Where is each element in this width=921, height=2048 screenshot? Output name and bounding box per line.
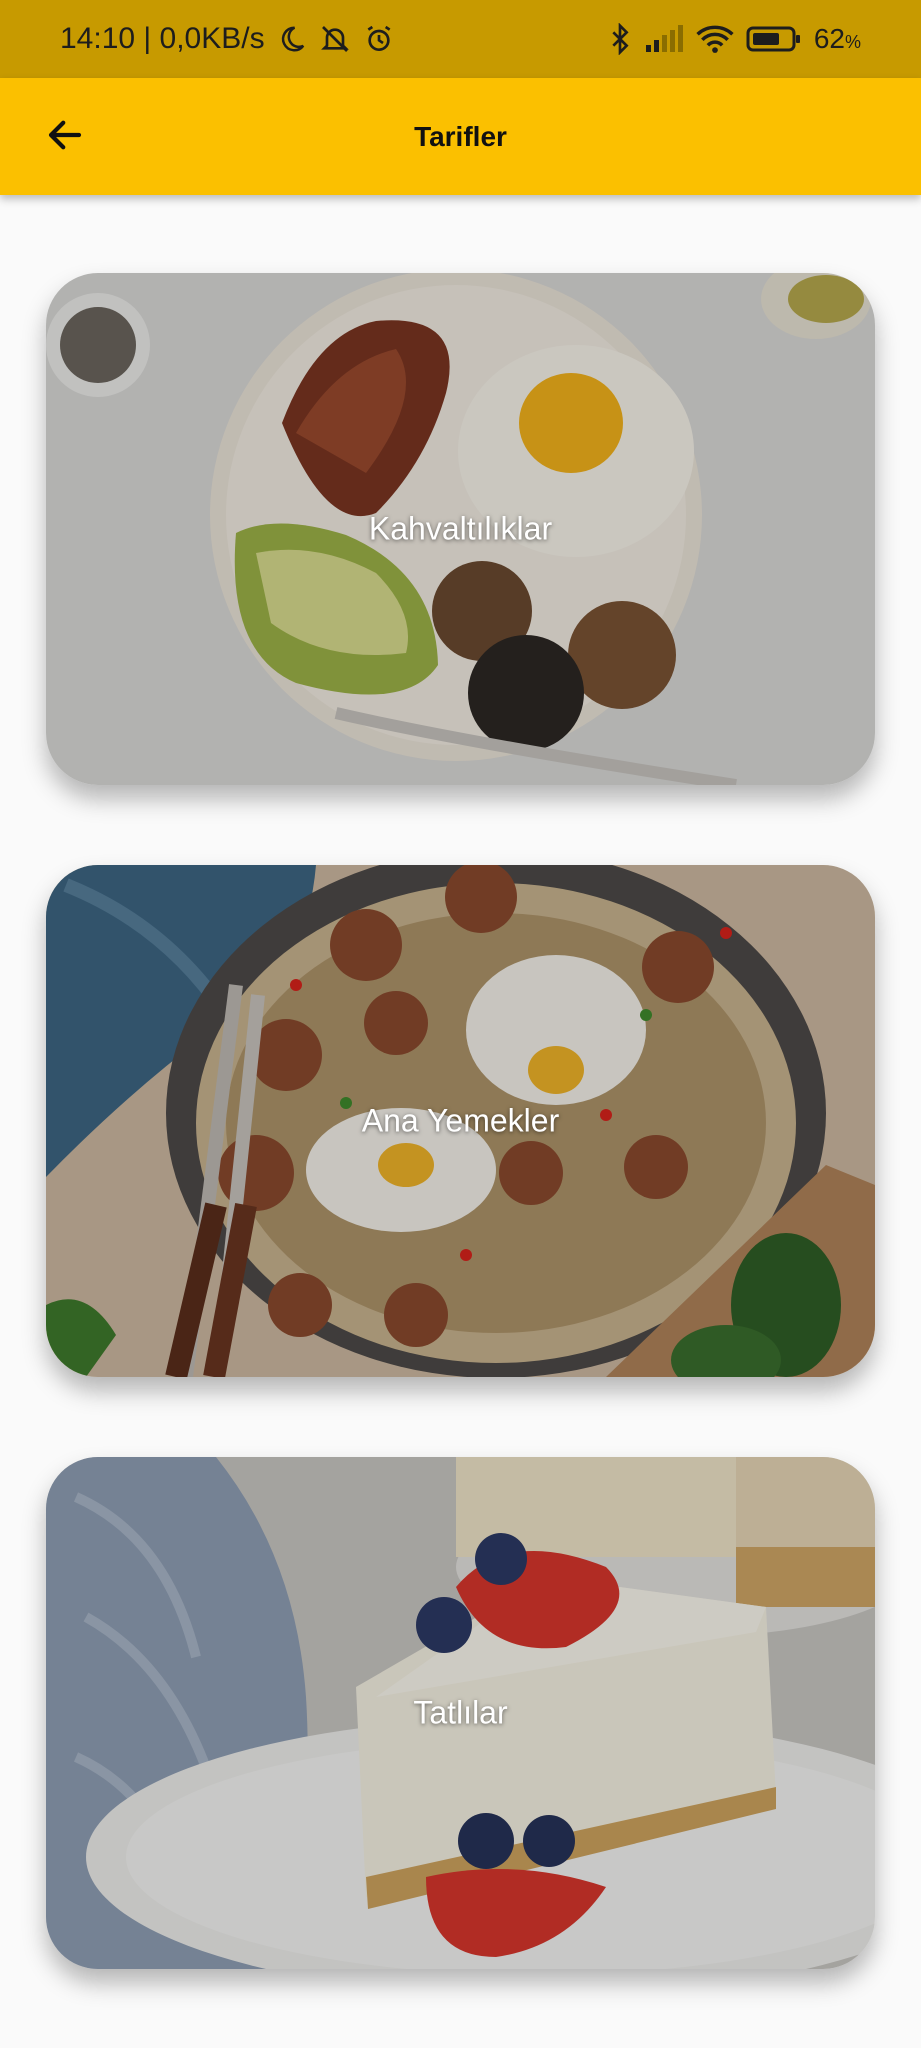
back-button[interactable] (30, 102, 100, 172)
battery-percentage: 62% (814, 23, 861, 55)
status-right: 62% (608, 23, 861, 55)
cellular-signal-icon (644, 25, 684, 53)
category-list: Kahvaltılıklar Ana Yemekler Tatlılar (0, 195, 921, 2048)
do-not-disturb-moon-icon (277, 24, 307, 54)
page-title: Tarifler (414, 120, 507, 152)
wifi-icon (696, 24, 734, 54)
alarm-clock-icon (363, 23, 395, 55)
app-bar: Tarifler (0, 78, 921, 195)
battery-icon (746, 25, 802, 53)
battery-level: 62 (813, 23, 845, 54)
category-label: Ana Yemekler (361, 1102, 560, 1139)
category-card-desserts[interactable]: Tatlılar (46, 1457, 875, 1969)
category-card-main-dishes[interactable]: Ana Yemekler (46, 865, 875, 1377)
category-label: Kahvaltılıklar (368, 510, 553, 547)
status-left: 14:10 | 0,0KB/s (60, 22, 395, 56)
muted-bell-icon (319, 23, 351, 55)
bluetooth-icon (608, 23, 632, 55)
category-card-breakfast[interactable]: Kahvaltılıklar (46, 273, 875, 785)
battery-unit: % (844, 32, 861, 52)
status-time: 14:10 | 0,0KB/s (60, 22, 265, 55)
back-arrow-icon (44, 114, 86, 160)
category-label: Tatlılar (413, 1694, 508, 1731)
status-bar: 14:10 | 0,0KB/s 62% (0, 0, 921, 78)
